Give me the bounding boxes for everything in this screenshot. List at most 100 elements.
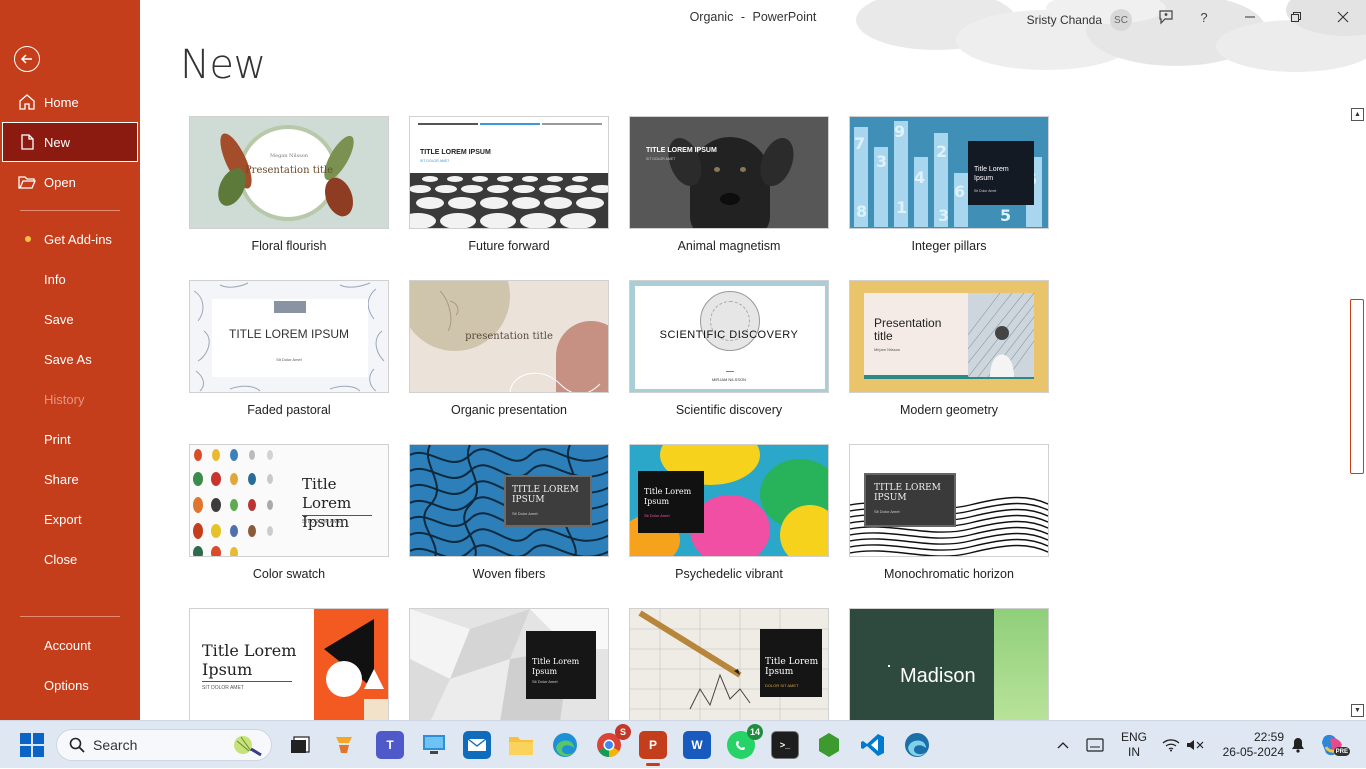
- nav-export-label: Export: [44, 511, 82, 527]
- minimize-button[interactable]: [1239, 6, 1261, 28]
- nav-save-as-label: Save As: [44, 351, 92, 367]
- powerpoint-app[interactable]: P: [639, 731, 667, 766]
- remote-desktop-app[interactable]: [420, 731, 448, 759]
- mail-app[interactable]: [463, 731, 491, 759]
- terminal-app[interactable]: >_: [771, 731, 799, 759]
- network-button[interactable]: [1162, 721, 1180, 769]
- folder-open-icon: [18, 176, 36, 189]
- template-label: Faded pastoral: [247, 403, 331, 417]
- template-thumbnail: presentation title: [409, 280, 609, 393]
- template-scientific-discovery[interactable]: SCIENTIFIC DISCOVERY MIRJAM NILSSON Scie…: [629, 280, 829, 417]
- scrollbar-thumb[interactable]: [1350, 299, 1364, 474]
- nav-close[interactable]: Close: [0, 539, 140, 579]
- nav-info-label: Info: [44, 271, 66, 287]
- template-monochromatic-horizon[interactable]: TITLE LOREM IPSUM Sit Dolor Amet Monochr…: [849, 444, 1049, 581]
- clock[interactable]: 22:59 26-05-2024: [1216, 730, 1284, 760]
- nav-new[interactable]: New: [2, 122, 138, 162]
- chrome-app[interactable]: S: [595, 724, 631, 759]
- notifications-button[interactable]: [1290, 721, 1306, 769]
- thumbnail-subtitle: MIRJAM NILSSON: [711, 377, 746, 382]
- feedback-button[interactable]: [1155, 6, 1177, 28]
- copilot-button[interactable]: PRE: [1320, 721, 1350, 769]
- thumbnail-title: TITLE LOREM IPSUM: [874, 483, 941, 503]
- template-woven-fibers[interactable]: TITLE LOREM IPSUM Sit Dolor Amet Woven f…: [409, 444, 609, 581]
- nav-get-add-ins[interactable]: Get Add-ins: [0, 219, 140, 259]
- nav-export[interactable]: Export: [0, 499, 140, 539]
- edge-dev-app[interactable]: [903, 731, 931, 759]
- account-button[interactable]: Sristy Chanda SC: [1027, 9, 1132, 31]
- thumbnail-subtitle: SIT DOLOR AMET: [202, 685, 244, 691]
- nav-share[interactable]: Share: [0, 459, 140, 499]
- thumbnail-subtitle: Sit Dolor Amet: [512, 511, 538, 516]
- svg-text:8: 8: [856, 202, 867, 221]
- scroll-up-button[interactable]: ▲: [1351, 108, 1364, 121]
- edge-app[interactable]: [551, 731, 579, 759]
- whatsapp-icon: [736, 741, 745, 750]
- file-explorer-app[interactable]: [507, 731, 535, 759]
- volume-button[interactable]: [1186, 721, 1204, 769]
- template-animal-magnetism[interactable]: TITLE LOREM IPSUM SIT DOLOR AMET Animal …: [629, 116, 829, 253]
- template-label: Floral flourish: [251, 239, 327, 253]
- help-button[interactable]: ?: [1193, 6, 1215, 28]
- task-view-app[interactable]: [286, 731, 314, 759]
- taskbar-search[interactable]: Search: [56, 729, 272, 761]
- template-thumbnail: Title Lorem Ipsum Sit Dolor Amet: [409, 608, 609, 720]
- thumbnail-title: Madison: [900, 665, 976, 687]
- restore-button[interactable]: [1285, 6, 1307, 28]
- show-hidden-icons-button[interactable]: [1056, 721, 1070, 769]
- nodejs-app[interactable]: [815, 731, 843, 759]
- template-thumbnail: Title Lorem Ipsum SIT DOLOR AMET: [189, 444, 389, 557]
- nav-close-label: Close: [44, 551, 78, 567]
- terminal-icon: >_: [779, 740, 791, 750]
- language-indicator[interactable]: ENG IN: [1112, 730, 1156, 760]
- edge-icon: [553, 733, 577, 757]
- template-future-forward[interactable]: TITLE LOREM IPSUM SIT DOLOR AMET Future …: [409, 116, 609, 253]
- template-pencil-sketch[interactable]: Title Lorem Ipsum DOLOR SIT AMET: [629, 608, 829, 720]
- thumbnail-subtitle: SIT DOLOR AMET: [646, 157, 676, 161]
- template-modern-geometry[interactable]: Presentation title Mirjam Nilsson Modern…: [849, 280, 1049, 417]
- teams-icon: T: [386, 738, 394, 752]
- nav-save-as[interactable]: Save As: [0, 339, 140, 379]
- template-label: Animal magnetism: [677, 239, 781, 253]
- nav-options[interactable]: Options: [0, 665, 140, 705]
- gallery-scrollbar[interactable]: ▲ ▼: [1349, 108, 1365, 720]
- template-psychedelic-vibrant[interactable]: Title Lorem Ipsum Sit Dolor Amet Psyched…: [629, 444, 829, 581]
- volume-muted-icon: [1187, 740, 1204, 750]
- vscode-app[interactable]: [859, 731, 887, 759]
- template-floral-flourish[interactable]: Megan Nilsson Presentation title Floral …: [189, 116, 389, 253]
- word-app[interactable]: W: [683, 731, 711, 759]
- nav-home[interactable]: Home: [0, 82, 140, 122]
- template-bold-modern[interactable]: Title Lorem Ipsum SIT DOLOR AMET: [189, 608, 389, 720]
- chrome-profile-badge: S: [615, 724, 631, 740]
- back-button[interactable]: [14, 46, 40, 72]
- scroll-down-button[interactable]: ▼: [1351, 704, 1364, 717]
- teams-app[interactable]: T: [376, 731, 404, 759]
- template-thumbnail: TITLE LOREM IPSUM SIT DOLOR AMET: [629, 116, 829, 229]
- template-madison[interactable]: Madison: [849, 608, 1049, 720]
- template-organic-presentation[interactable]: presentation title Organic presentation: [409, 280, 609, 417]
- template-thumbnail: TITLE LOREM IPSUM Sit Dolor Amet: [409, 444, 609, 557]
- close-button[interactable]: [1332, 6, 1354, 28]
- template-integer-pillars[interactable]: 7394265 8135 Title Lorem Ipsum Sit Dolor…: [849, 116, 1049, 253]
- template-color-swatch[interactable]: Title Lorem Ipsum SIT DOLOR AMET Color s…: [189, 444, 389, 581]
- svg-text:2: 2: [936, 142, 947, 161]
- tablet-mode-button[interactable]: [1086, 721, 1104, 769]
- template-geometric-white[interactable]: Title Lorem Ipsum Sit Dolor Amet: [409, 608, 609, 720]
- template-faded-pastoral[interactable]: TITLE LOREM IPSUM Sit Dolor Amet Faded p…: [189, 280, 389, 417]
- nav-account[interactable]: Account: [0, 625, 140, 665]
- task-view-icon: [291, 736, 310, 753]
- nav-save[interactable]: Save: [0, 299, 140, 339]
- thumbnail-title: Presentation title: [874, 316, 942, 343]
- nav-open[interactable]: Open: [0, 162, 140, 202]
- whatsapp-app[interactable]: 14: [727, 724, 763, 759]
- svg-text:4: 4: [914, 168, 925, 187]
- keyboard-icon: [1086, 738, 1104, 752]
- windows-start-icon[interactable]: [20, 733, 44, 757]
- nav-info[interactable]: Info: [0, 259, 140, 299]
- nav-account-label: Account: [44, 637, 91, 653]
- widgets-app[interactable]: [330, 731, 358, 759]
- nav-save-label: Save: [44, 311, 74, 327]
- nav-print[interactable]: Print: [0, 419, 140, 459]
- template-thumbnail: Presentation title Mirjam Nilsson: [849, 280, 1049, 393]
- nav-divider: [20, 210, 120, 211]
